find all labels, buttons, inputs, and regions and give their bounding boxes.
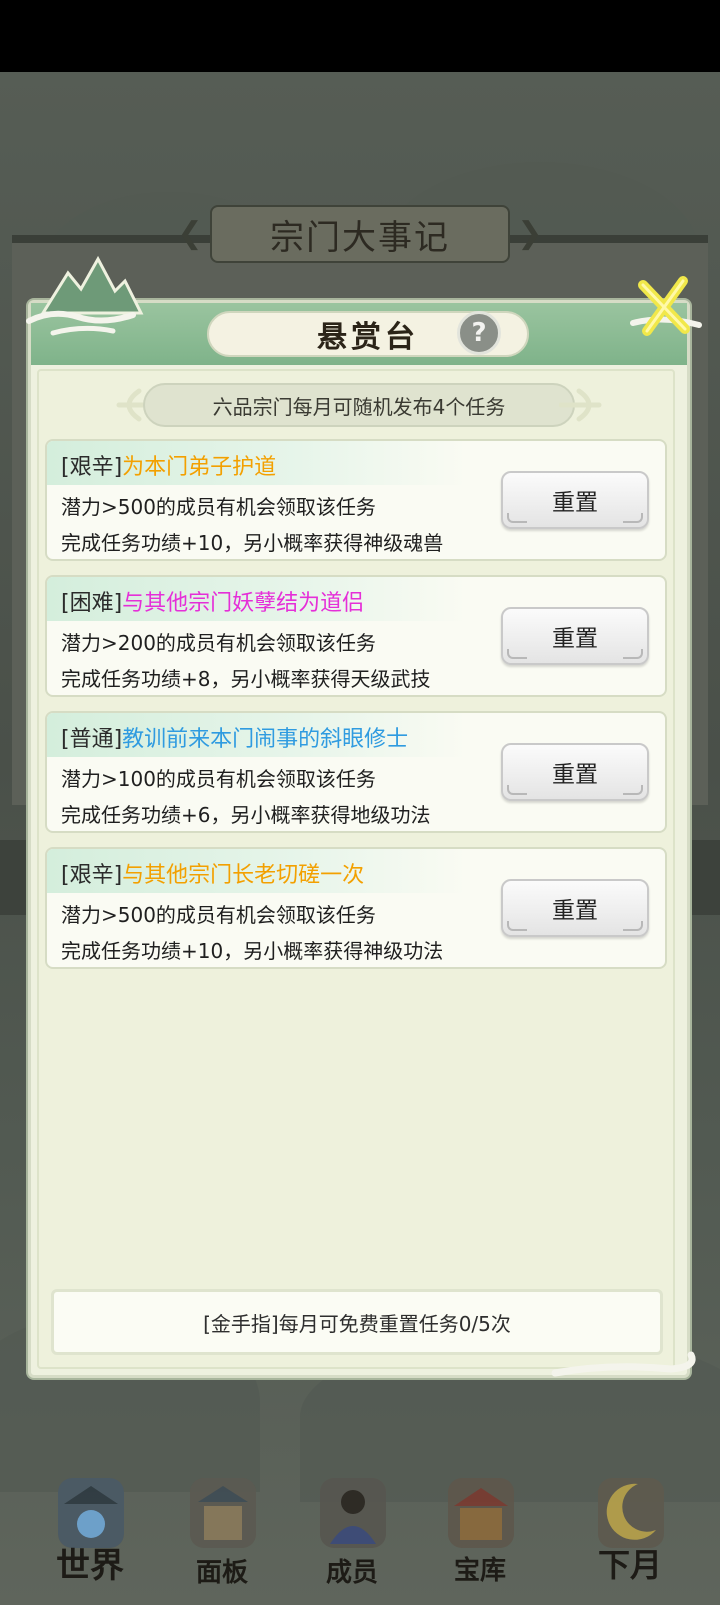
cloud-deco-icon xyxy=(551,1351,696,1377)
nav-item-treasury[interactable]: 宝库 xyxy=(420,1470,540,1605)
scroll-deco-right-icon xyxy=(559,388,602,422)
bottom-nav: 世界 面板 成员 宝库 下月 xyxy=(0,1470,720,1605)
task-title: [艰辛]与其他宗门长老切磋一次 xyxy=(61,857,364,889)
nav-item-panel[interactable]: 面板 xyxy=(162,1470,282,1605)
treasury-icon xyxy=(448,1478,514,1548)
task-card: [艰辛]为本门弟子护道 潜力>500的成员有机会领取该任务 完成任务功绩+10，… xyxy=(45,439,667,561)
task-card: [困难]与其他宗门妖孽结为道侣 潜力>200的成员有机会领取该任务 完成任务功绩… xyxy=(45,575,667,697)
task-panel: 六品宗门每月可随机发布4个任务 [艰辛]为本门弟子护道 潜力>500的成员有机会… xyxy=(37,369,675,1369)
task-card: [艰辛]与其他宗门长老切磋一次 潜力>500的成员有机会领取该任务 完成任务功绩… xyxy=(45,847,667,969)
task-name: 与其他宗门妖孽结为道侣 xyxy=(122,591,365,616)
task-title: [普通]教训前来本门闹事的斜眼修士 xyxy=(61,721,408,753)
close-icon[interactable] xyxy=(623,273,705,345)
nav-label: 下月 xyxy=(597,1546,662,1584)
task-name: 教训前来本门闹事的斜眼修士 xyxy=(122,727,409,752)
task-difficulty-tag: [普通] xyxy=(61,727,123,752)
free-reset-counter: [金手指]每月可免费重置任务0/5次 xyxy=(51,1289,663,1355)
task-difficulty-tag: [艰辛] xyxy=(61,863,123,888)
task-requirement: 潜力>200的成员有机会领取该任务 xyxy=(61,631,376,655)
nav-label: 宝库 xyxy=(453,1556,506,1586)
banner-deco-right-icon: ❯ xyxy=(517,216,543,251)
help-icon[interactable]: ? xyxy=(457,311,501,355)
task-reward: 完成任务功绩+10，另小概率获得神级魂兽 xyxy=(61,531,444,555)
task-requirement: 潜力>100的成员有机会领取该任务 xyxy=(61,767,376,791)
nav-label: 成员 xyxy=(325,1558,378,1588)
next-month-icon xyxy=(598,1478,664,1548)
mountain-cloud-icon xyxy=(26,255,144,336)
nav-item-next-month[interactable]: 下月 xyxy=(570,1470,690,1605)
reset-button[interactable]: 重置 xyxy=(501,743,649,801)
members-icon xyxy=(320,1478,386,1548)
reset-button[interactable]: 重置 xyxy=(501,879,649,937)
nav-item-members[interactable]: 成员 xyxy=(292,1470,412,1605)
reset-button[interactable]: 重置 xyxy=(501,471,649,529)
panel-icon xyxy=(190,1478,256,1548)
status-bar xyxy=(0,0,720,72)
task-reward: 完成任务功绩+8，另小概率获得天级武技 xyxy=(61,667,431,691)
nav-label: 面板 xyxy=(195,1558,248,1588)
task-name: 为本门弟子护道 xyxy=(122,455,277,480)
task-title: [艰辛]为本门弟子护道 xyxy=(61,449,276,481)
task-requirement: 潜力>500的成员有机会领取该任务 xyxy=(61,495,376,519)
nav-item-world[interactable]: 世界 xyxy=(30,1470,150,1605)
task-card: [普通]教训前来本门闹事的斜眼修士 潜力>100的成员有机会领取该任务 完成任务… xyxy=(45,711,667,833)
task-reward: 完成任务功绩+6，另小概率获得地级功法 xyxy=(61,803,431,827)
reset-button[interactable]: 重置 xyxy=(501,607,649,665)
background-banner-title: 宗门大事记 xyxy=(210,205,510,263)
task-difficulty-tag: [困难] xyxy=(61,591,123,616)
task-reward: 完成任务功绩+10，另小概率获得神级功法 xyxy=(61,939,444,963)
task-requirement: 潜力>500的成员有机会领取该任务 xyxy=(61,903,376,927)
task-name: 与其他宗门长老切磋一次 xyxy=(122,863,365,888)
bounty-modal: 悬赏台 ? 六品宗门每月可随机发布4个任务 [艰辛]为本门弟子护道 潜力>500… xyxy=(26,255,702,1378)
subtitle-banner: 六品宗门每月可随机发布4个任务 xyxy=(99,383,619,429)
banner-deco-left-icon: ❮ xyxy=(177,216,203,251)
task-difficulty-tag: [艰辛] xyxy=(61,455,123,480)
nav-label: 世界 xyxy=(56,1546,124,1586)
subtitle-text: 六品宗门每月可随机发布4个任务 xyxy=(143,383,575,427)
task-title: [困难]与其他宗门妖孽结为道侣 xyxy=(61,585,364,617)
